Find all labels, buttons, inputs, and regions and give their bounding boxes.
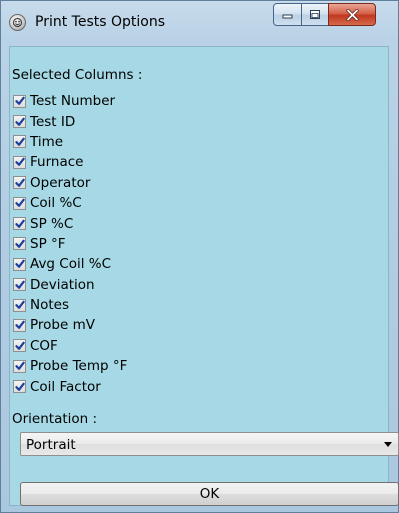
- checkbox[interactable]: [13, 94, 26, 108]
- checkbox[interactable]: [13, 359, 26, 373]
- checkmark-icon: [14, 260, 25, 269]
- column-option[interactable]: Time: [13, 132, 313, 152]
- minimize-button[interactable]: [273, 3, 302, 26]
- checkmark-icon: [14, 219, 25, 228]
- checkbox-label: Deviation: [30, 276, 95, 293]
- minimize-icon: [282, 14, 292, 18]
- column-option[interactable]: SP °F: [13, 234, 313, 254]
- checkbox-label: Avg Coil %C: [30, 256, 112, 273]
- dialog-window: Print Tests Options Selected Columns : T…: [0, 0, 399, 513]
- checkbox[interactable]: [13, 298, 26, 312]
- column-option[interactable]: Probe Temp °F: [13, 356, 313, 376]
- title-bar[interactable]: Print Tests Options: [1, 1, 398, 46]
- checkmark-icon: [14, 361, 25, 371]
- column-option[interactable]: Avg Coil %C: [13, 254, 313, 274]
- checkbox-label: Test ID: [30, 113, 76, 130]
- checkbox[interactable]: [13, 155, 26, 169]
- checkbox-label: Test Number: [30, 93, 116, 110]
- column-option[interactable]: Test Number: [13, 91, 313, 111]
- checkmark-icon: [14, 117, 25, 126]
- checkbox-label: SP %C: [30, 215, 74, 232]
- checkbox[interactable]: [13, 115, 26, 129]
- checkmark-icon: [14, 280, 25, 289]
- checkmark-icon: [14, 300, 25, 309]
- checkbox[interactable]: [13, 318, 26, 332]
- checkbox-label: Time: [30, 133, 64, 150]
- chevron-down-icon: [384, 442, 392, 447]
- checkbox-label: Coil Factor: [30, 378, 101, 395]
- column-option[interactable]: Furnace: [13, 152, 313, 172]
- column-option[interactable]: SP %C: [13, 213, 313, 233]
- checkbox[interactable]: [13, 217, 26, 231]
- window-title: Print Tests Options: [35, 14, 165, 30]
- column-option[interactable]: Notes: [13, 295, 313, 315]
- column-option[interactable]: Coil %C: [13, 193, 313, 213]
- close-button[interactable]: [328, 3, 376, 26]
- orientation-label: Orientation :: [12, 411, 98, 427]
- column-option[interactable]: Coil Factor: [13, 376, 313, 396]
- column-option[interactable]: Test ID: [13, 111, 313, 131]
- checkbox-label: SP °F: [30, 235, 66, 252]
- checkmark-icon: [14, 198, 25, 208]
- checkmark-icon: [14, 341, 25, 350]
- checkmark-icon: [14, 96, 25, 106]
- checkbox-label: Probe mV: [30, 317, 95, 334]
- checkbox[interactable]: [13, 237, 26, 251]
- app-icon-glyph: [12, 17, 23, 28]
- checkbox-label: Probe Temp °F: [30, 358, 128, 375]
- checkbox[interactable]: [13, 278, 26, 292]
- orientation-selected-value: Portrait: [26, 437, 76, 453]
- checkmark-icon: [14, 178, 25, 187]
- checkbox[interactable]: [13, 135, 26, 149]
- checkmark-icon: [14, 158, 25, 167]
- checkbox-label: Operator: [30, 174, 91, 191]
- app-icon: [9, 14, 26, 31]
- checkmark-icon: [14, 137, 25, 146]
- close-icon: [345, 8, 359, 21]
- column-option[interactable]: COF: [13, 336, 313, 356]
- selected-columns-label: Selected Columns :: [12, 67, 143, 83]
- checkbox-label: Notes: [30, 297, 69, 314]
- checkbox-label: COF: [30, 337, 58, 354]
- ok-button-label: OK: [199, 486, 220, 502]
- maximize-icon: [310, 10, 320, 19]
- column-checkbox-list: Test Number Test ID Time Furnace Operator Coi…: [13, 91, 313, 397]
- checkmark-icon: [14, 321, 25, 330]
- column-option[interactable]: Operator: [13, 173, 313, 193]
- maximize-button[interactable]: [301, 3, 329, 26]
- checkbox[interactable]: [13, 339, 26, 353]
- ok-button[interactable]: OK: [20, 482, 399, 506]
- checkbox-label: Coil %C: [30, 195, 82, 212]
- checkmark-icon: [14, 382, 25, 391]
- checkbox[interactable]: [13, 176, 26, 190]
- checkbox[interactable]: [13, 196, 26, 210]
- column-option[interactable]: Deviation: [13, 275, 313, 295]
- checkbox-label: Furnace: [30, 154, 84, 171]
- orientation-select[interactable]: Portrait: [20, 432, 399, 456]
- checkmark-icon: [14, 239, 25, 248]
- checkbox[interactable]: [13, 380, 26, 394]
- checkbox[interactable]: [13, 257, 26, 271]
- column-option[interactable]: Probe mV: [13, 315, 313, 335]
